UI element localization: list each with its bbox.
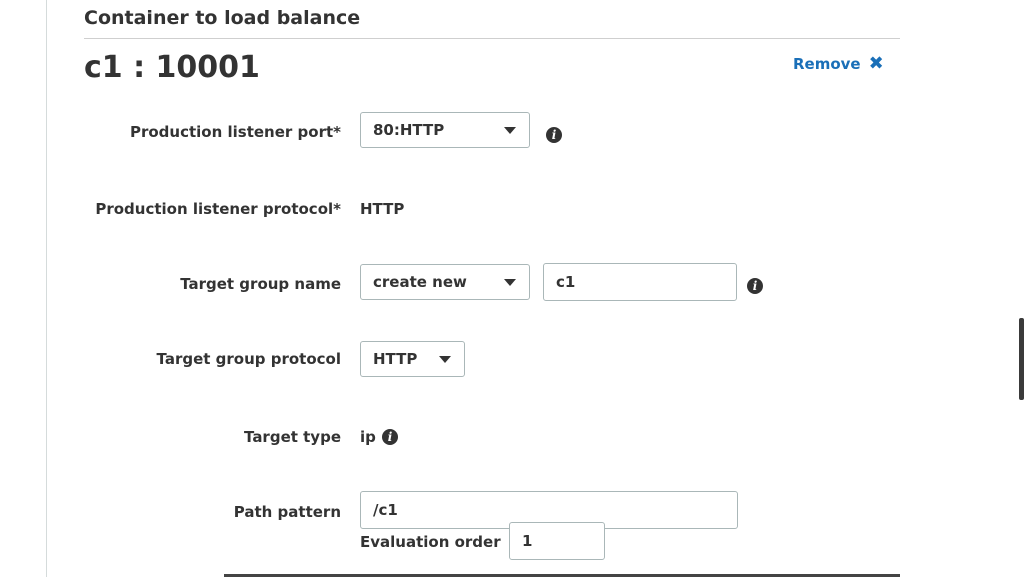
section-divider (84, 38, 900, 39)
target-type-value: ip (360, 428, 376, 446)
container-title: c1 : 10001 (84, 50, 260, 85)
target-group-protocol-select[interactable]: HTTP (360, 341, 465, 377)
remove-button[interactable]: Remove ✖ (793, 53, 884, 74)
chevron-down-icon (439, 356, 451, 363)
production-listener-protocol-value: HTTP (360, 200, 405, 218)
production-listener-protocol-label: Production listener protocol* (95, 200, 341, 218)
target-group-protocol-value: HTTP (373, 350, 418, 368)
production-listener-port-select[interactable]: 80:HTTP (360, 112, 530, 148)
info-icon[interactable]: i (546, 127, 562, 143)
path-pattern-label: Path pattern (233, 503, 341, 521)
chevron-down-icon (504, 127, 516, 134)
info-icon[interactable]: i (382, 429, 398, 445)
close-icon: ✖ (868, 53, 884, 74)
target-group-name-input[interactable] (543, 263, 737, 301)
target-group-name-label: Target group name (180, 275, 341, 293)
target-type-label: Target type (244, 428, 341, 446)
chevron-down-icon (504, 279, 516, 286)
production-listener-port-label: Production listener port* (129, 123, 341, 141)
info-icon[interactable]: i (747, 278, 763, 294)
evaluation-order-label: Evaluation order (360, 533, 501, 551)
section-title: Container to load balance (84, 7, 361, 29)
scrollbar-thumb[interactable] (1019, 318, 1024, 400)
target-group-protocol-label: Target group protocol (156, 350, 341, 368)
evaluation-order-input[interactable] (509, 522, 605, 560)
target-group-name-select[interactable]: create new (360, 264, 530, 300)
production-listener-port-value: 80:HTTP (373, 121, 445, 139)
remove-label: Remove (793, 55, 861, 73)
target-group-name-select-value: create new (373, 273, 467, 291)
